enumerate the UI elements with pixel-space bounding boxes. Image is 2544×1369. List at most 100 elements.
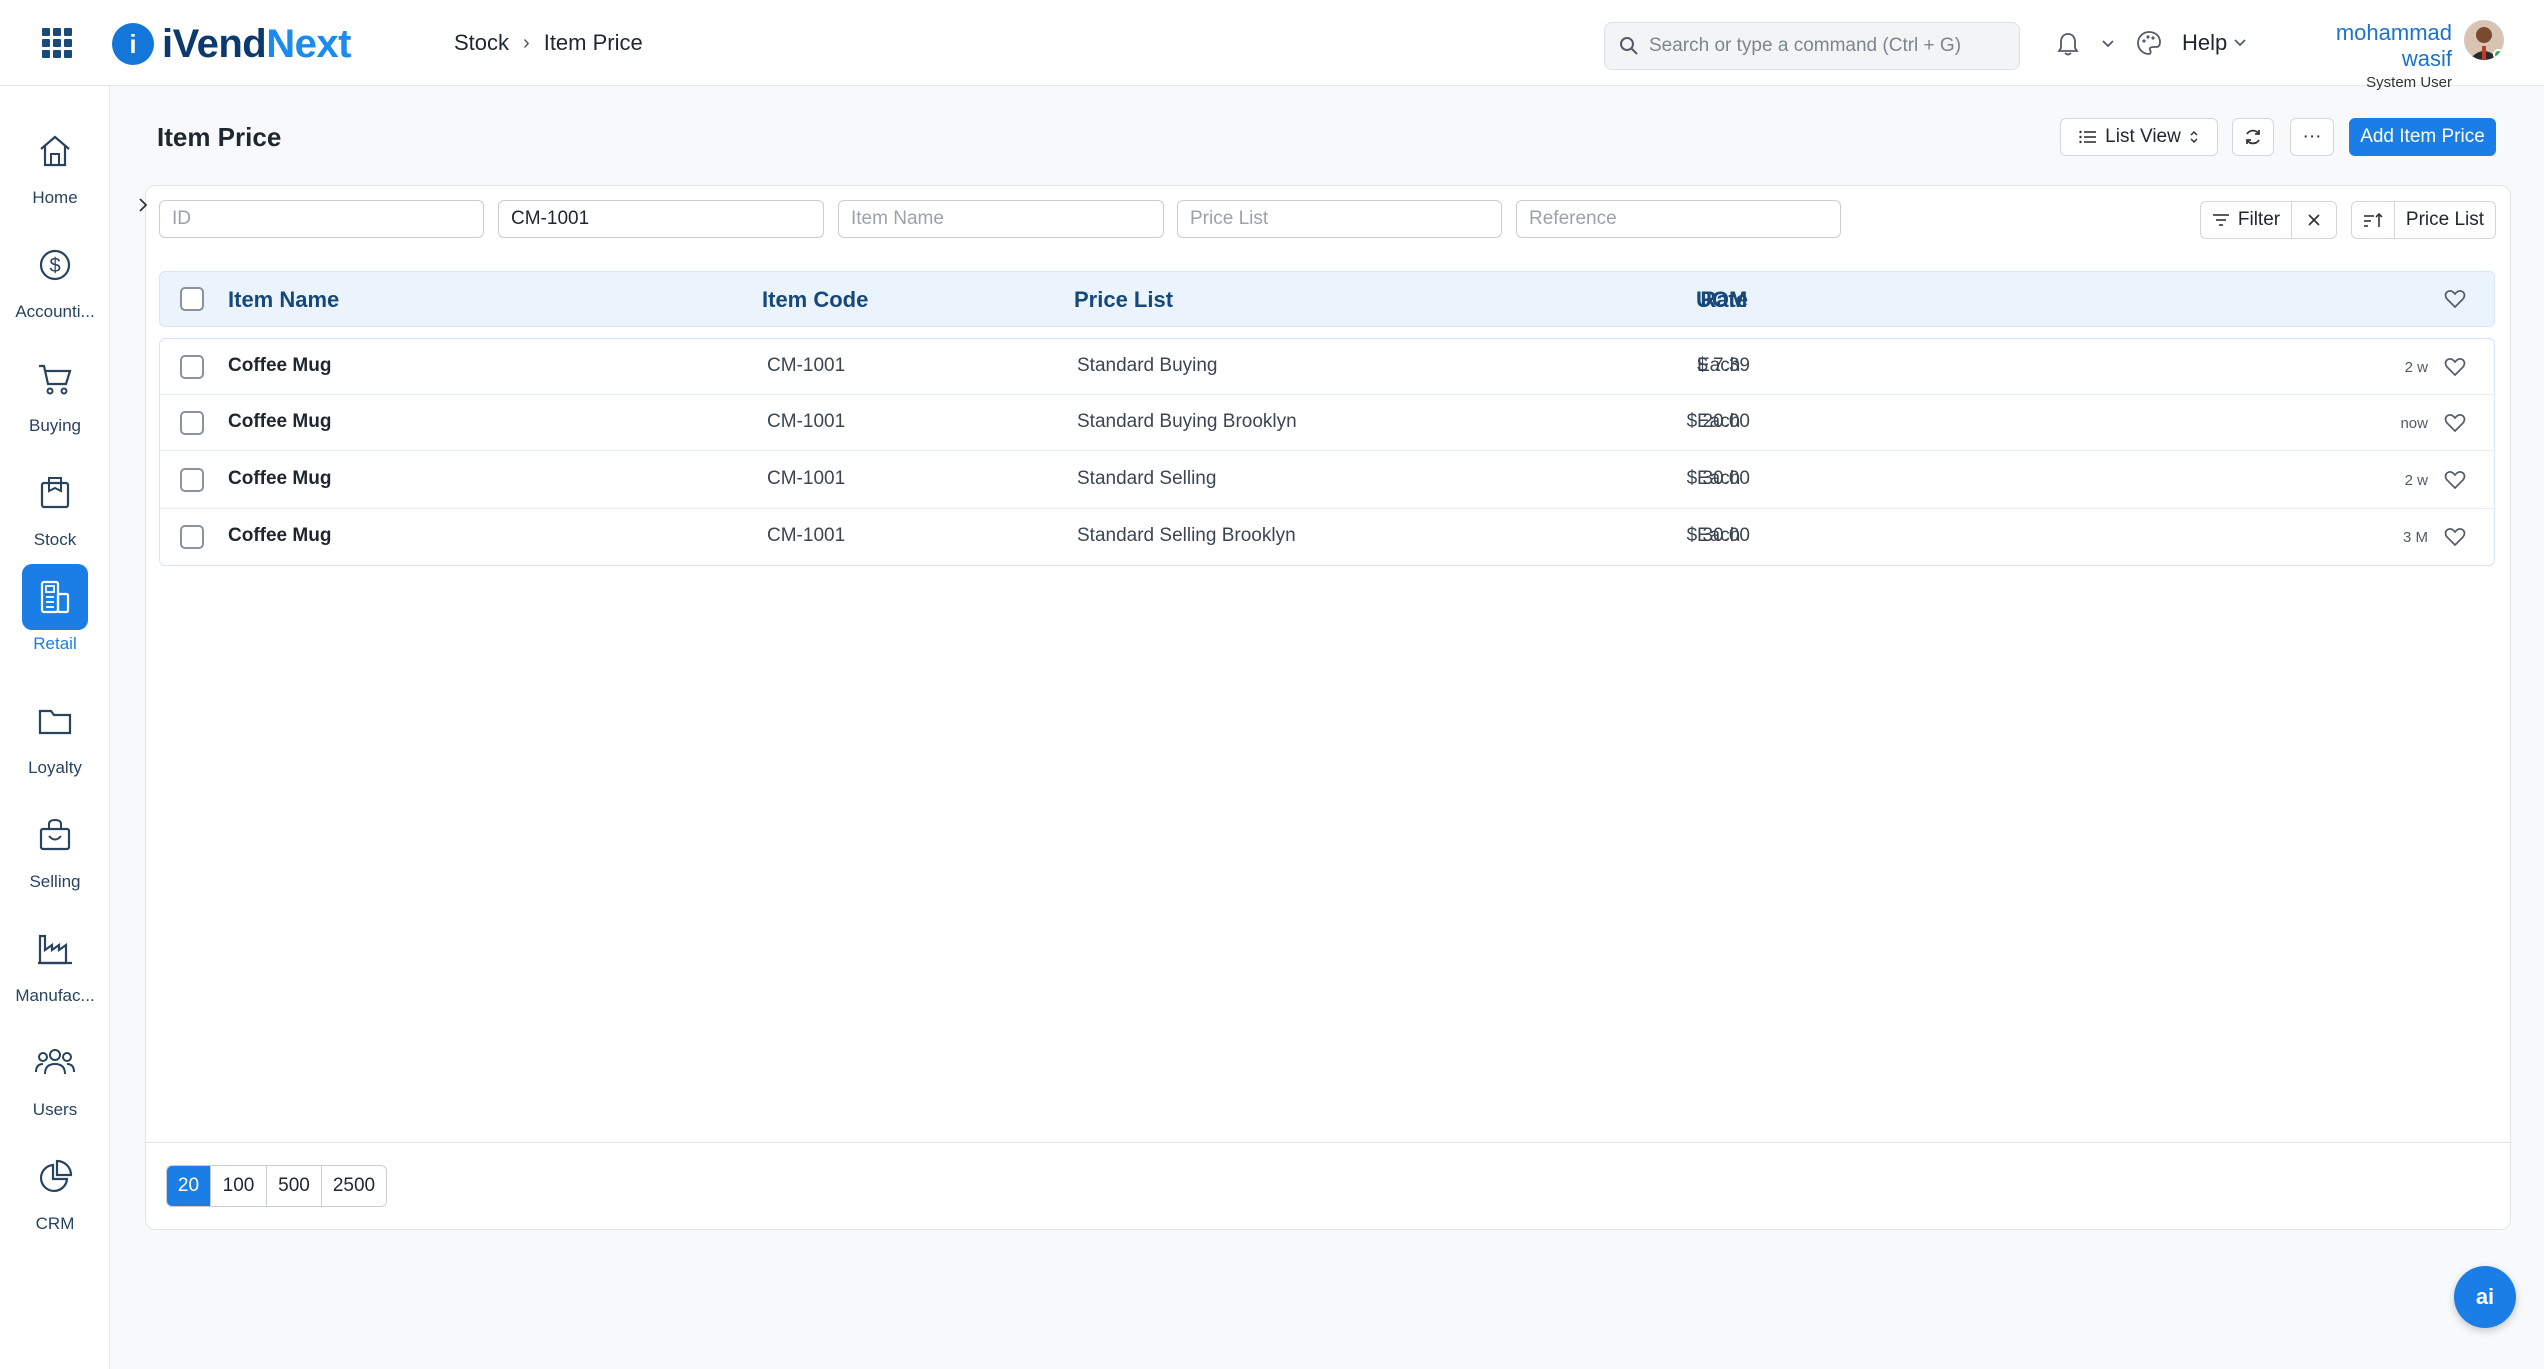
chevron-right-icon[interactable] (136, 196, 150, 220)
sidebar-item-selling[interactable]: Selling (0, 802, 110, 892)
sidebar-item-retail[interactable]: Retail (0, 564, 110, 654)
search-box[interactable] (1604, 22, 2020, 70)
breadcrumb-item-price[interactable]: Item Price (544, 30, 643, 56)
more-button[interactable]: ··· (2290, 118, 2334, 156)
user-name: mohammad wasif (2335, 20, 2452, 71)
home-icon (22, 118, 88, 184)
bell-icon[interactable] (2054, 30, 2082, 58)
filter-label: Filter (2237, 209, 2281, 230)
user-info[interactable]: mohammad wasif System User (2282, 20, 2452, 91)
row-checkbox[interactable] (180, 355, 204, 379)
sidebar-item-loyalty[interactable]: Loyalty (0, 688, 110, 778)
app-logo[interactable]: i iVendNext (112, 20, 351, 68)
filter-button[interactable]: Filter (2200, 201, 2292, 239)
logo-text: iVendNext (162, 22, 351, 67)
refresh-button[interactable] (2232, 118, 2274, 156)
cell-uom: Each (1697, 411, 1741, 432)
cell-price-list: Standard Buying (1077, 355, 1218, 376)
search-icon (1620, 37, 1638, 55)
search-input[interactable] (1649, 35, 2009, 57)
logo-mark-icon: i (112, 23, 154, 65)
sidebar-label-stock: Stock (33, 530, 77, 549)
filter-icon (2212, 214, 2229, 226)
users-icon (22, 1030, 88, 1096)
breadcrumb-stock[interactable]: Stock (454, 30, 509, 56)
price-list-filter-input[interactable] (1177, 200, 1502, 238)
sidebar-item-stock[interactable]: Stock (0, 460, 110, 550)
shopping-bag-icon (22, 802, 88, 868)
cell-item-code: CM-1001 (767, 355, 846, 376)
palette-icon[interactable] (2134, 28, 2164, 58)
list-icon (2079, 130, 2097, 144)
heart-icon[interactable] (2444, 413, 2466, 438)
cell-uom: Each (1697, 525, 1741, 546)
cart-icon (22, 346, 88, 412)
sidebar-item-manufacturing[interactable]: Manufac... (0, 916, 110, 1006)
cell-item-name[interactable]: Coffee Mug (228, 411, 331, 433)
sidebar-item-buying[interactable]: Buying (0, 346, 110, 436)
cell-item-name[interactable]: Coffee Mug (228, 525, 331, 547)
logo-suffix: Next (266, 21, 351, 66)
table-row[interactable]: Coffee Mug CM-1001 Standard Buying $ 7.3… (160, 339, 2494, 395)
cell-item-name[interactable]: Coffee Mug (228, 468, 331, 490)
heart-icon[interactable] (2444, 470, 2466, 495)
sort-icon (2364, 212, 2383, 227)
sidebar-label-users: Users (32, 1100, 78, 1119)
table-row[interactable]: Coffee Mug CM-1001 Standard Selling $ 30… (160, 451, 2494, 509)
user-role: System User (2366, 74, 2452, 91)
table-row[interactable]: Coffee Mug CM-1001 Standard Selling Broo… (160, 509, 2494, 565)
reference-filter-input[interactable] (1516, 200, 1841, 238)
column-header-item-code[interactable]: Item Code (762, 287, 868, 313)
id-filter-input[interactable] (159, 200, 484, 238)
sort-by-button[interactable]: Price List (2394, 201, 2496, 239)
pos-terminal-icon (22, 564, 88, 630)
table-header: Item Name Item Code Price List Rate UOM (159, 271, 2495, 327)
item-code-filter-input[interactable] (498, 200, 824, 238)
cell-item-name[interactable]: Coffee Mug (228, 355, 331, 377)
sidebar-label-buying: Buying (29, 416, 81, 435)
heart-icon[interactable] (2444, 289, 2466, 314)
sidebar-item-crm[interactable]: CRM (0, 1144, 110, 1234)
page-size-100[interactable]: 100 (211, 1166, 267, 1206)
apps-grid-icon[interactable] (42, 28, 72, 58)
add-item-price-label: Add Item Price (2360, 126, 2485, 147)
svg-text:$: $ (49, 255, 60, 277)
sort-direction-button[interactable] (2351, 201, 2395, 239)
clear-filter-button[interactable] (2291, 201, 2337, 239)
row-checkbox[interactable] (180, 468, 204, 492)
avatar[interactable] (2464, 20, 2504, 60)
column-header-price-list[interactable]: Price List (1074, 287, 1173, 313)
box-icon (22, 460, 88, 526)
list-view-button[interactable]: List View (2060, 118, 2218, 156)
cell-price-list: Standard Selling Brooklyn (1077, 525, 1296, 546)
row-checkbox[interactable] (180, 525, 204, 549)
row-checkbox[interactable] (180, 411, 204, 435)
select-all-checkbox[interactable] (180, 287, 204, 311)
ai-assistant-button[interactable]: ai (2454, 1266, 2516, 1328)
sidebar-label-accounting: Accounti... (15, 302, 95, 321)
sidebar-item-home[interactable]: Home (0, 118, 110, 208)
page-size-500[interactable]: 500 (267, 1166, 322, 1206)
cell-modified: now (2400, 415, 2428, 432)
sidebar-label-selling: Selling (29, 872, 81, 891)
sidebar-label-loyalty: Loyalty (28, 758, 82, 777)
heart-icon[interactable] (2444, 527, 2466, 552)
cell-modified: 3 M (2402, 529, 2428, 546)
chevron-down-icon[interactable] (2098, 34, 2118, 54)
ai-label: ai (2475, 1284, 2495, 1309)
help-menu[interactable]: Help (2182, 30, 2247, 56)
page-size-20[interactable]: 20 (167, 1166, 211, 1206)
column-header-item-name[interactable]: Item Name (228, 287, 339, 313)
list-view-label: List View (2105, 126, 2181, 147)
sidebar-item-accounting[interactable]: $ Accounti... (0, 232, 110, 322)
table-row[interactable]: Coffee Mug CM-1001 Standard Buying Brook… (160, 395, 2494, 451)
heart-icon[interactable] (2444, 357, 2466, 382)
cell-uom: Each (1697, 355, 1741, 376)
column-header-uom[interactable]: UOM (1696, 287, 1747, 313)
add-item-price-button[interactable]: Add Item Price (2349, 118, 2496, 156)
sidebar-label-retail: Retail (33, 634, 77, 653)
folder-icon (22, 688, 88, 754)
sidebar-item-users[interactable]: Users (0, 1030, 110, 1120)
item-name-filter-input[interactable] (838, 200, 1164, 238)
page-size-2500[interactable]: 2500 (322, 1166, 386, 1206)
